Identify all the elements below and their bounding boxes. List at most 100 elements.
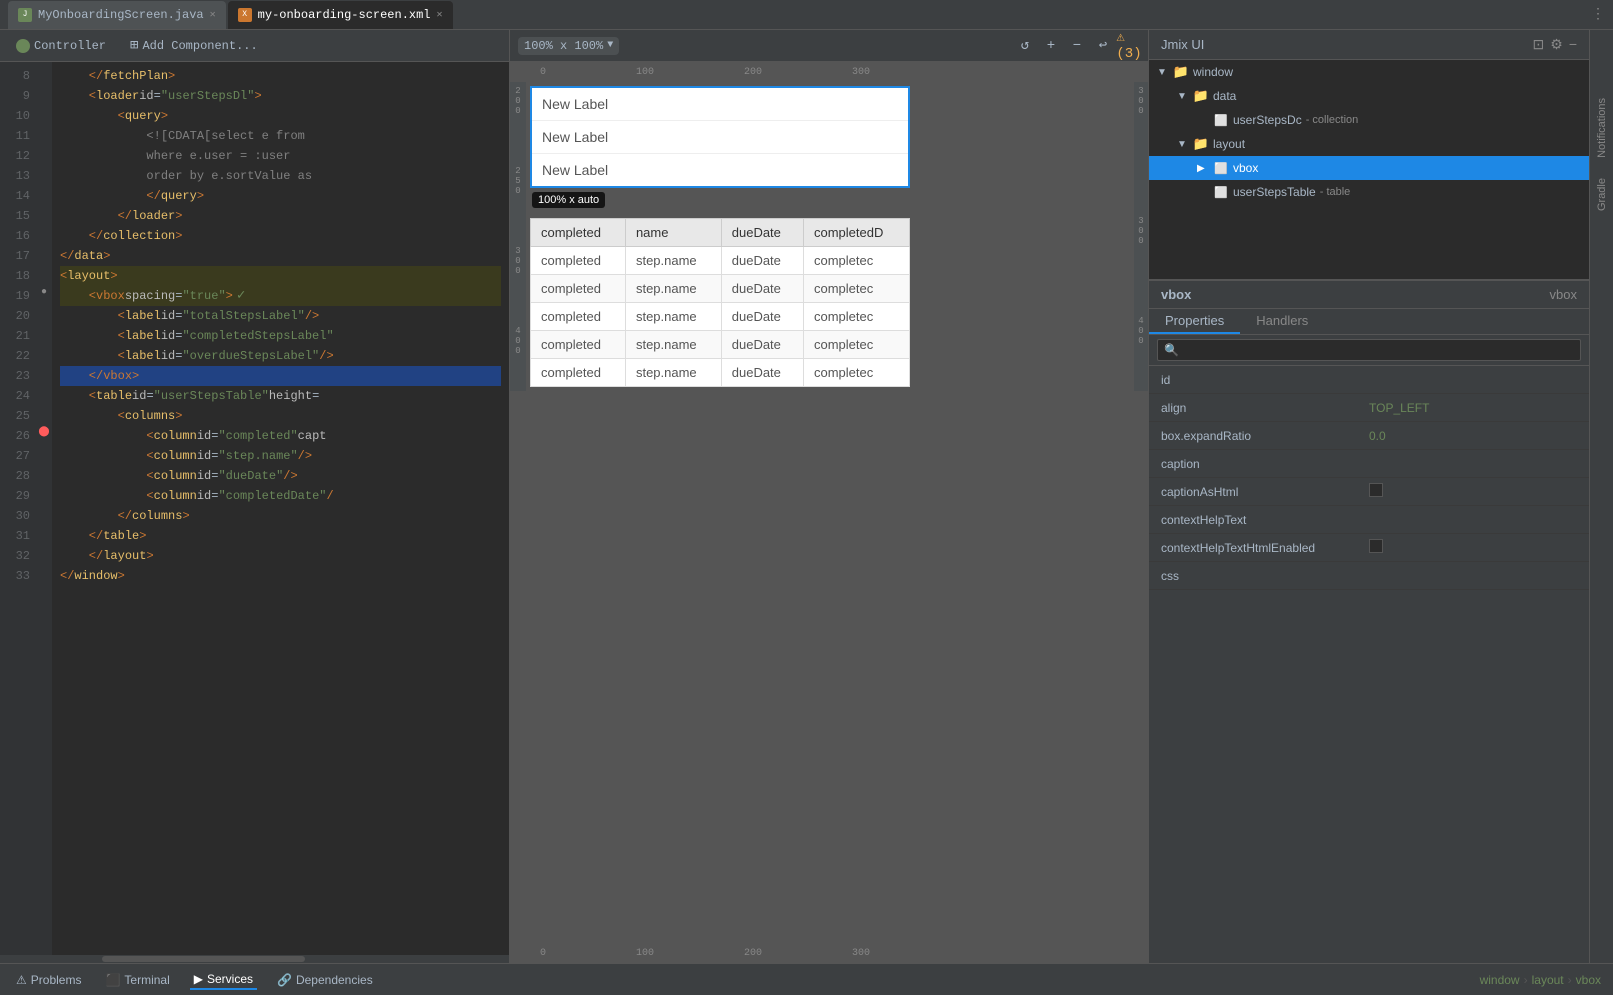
tab-java[interactable]: J MyOnboardingScreen.java ✕ (8, 1, 226, 29)
breadcrumb-vbox[interactable]: vbox (1576, 973, 1601, 987)
props-search-input[interactable] (1157, 339, 1581, 361)
prop-css[interactable]: css (1149, 562, 1589, 590)
th-name: name (625, 219, 721, 247)
code-line-21: <label id="completedStepsLabel" (60, 326, 501, 346)
table-row: completed step.name dueDate completec (531, 303, 910, 331)
tab-properties[interactable]: Properties (1149, 309, 1240, 334)
zoom-in-icon[interactable]: + (1040, 35, 1062, 57)
prop-box-expand[interactable]: box.expandRatio 0.0 (1149, 422, 1589, 450)
warning-icon: ⚠ (3) (1118, 35, 1140, 57)
prop-name-id: id (1161, 373, 1369, 387)
code-content[interactable]: </fetchPlan> <loader id="userStepsDl"> <… (52, 62, 509, 955)
preview-icons: ↺ + − ↩ ⚠ (3) (1014, 35, 1140, 57)
prop-context-help[interactable]: contextHelpText (1149, 506, 1589, 534)
prop-name-css: css (1161, 569, 1369, 583)
more-icon[interactable]: ⋮ (1591, 6, 1605, 23)
code-line-11: <![CDATA[select e from (60, 126, 501, 146)
preview-content[interactable]: 200 250 300 400 New Label New Label New … (510, 82, 1148, 943)
main-area: Controller ⊞ Add Component... 89101112 1… (0, 30, 1613, 963)
undo-icon[interactable]: ↩ (1092, 35, 1114, 57)
code-line-18: <layout> (60, 266, 501, 286)
tree-item-userStepsTable[interactable]: ⬜ userStepsTable - table (1149, 180, 1589, 204)
editor-toolbar: Controller ⊞ Add Component... (0, 30, 509, 62)
zoom-out-icon[interactable]: − (1066, 35, 1088, 57)
side-tab-notifications[interactable]: Notifications (1592, 90, 1612, 166)
code-line-23: </vbox> (60, 366, 501, 386)
code-line-30: </columns> (60, 506, 501, 526)
table-row: completed step.name dueDate completec (531, 247, 910, 275)
size-badge: 100% x auto (532, 192, 605, 208)
horizontal-scrollbar[interactable] (0, 955, 509, 963)
checkbox-caption-html[interactable] (1369, 483, 1383, 497)
preview-canvas-area: New Label New Label New Label 100% x aut… (526, 82, 1134, 391)
tab-handlers[interactable]: Handlers (1240, 309, 1324, 334)
code-line-27: <column id="step.name"/> (60, 446, 501, 466)
tab-xml-close[interactable]: ✕ (437, 9, 443, 21)
prop-caption-html[interactable]: captionAsHtml (1149, 478, 1589, 506)
folder-icon: 📁 (1193, 136, 1209, 152)
tree-label-userStepsTable: userStepsTable (1233, 185, 1316, 199)
folder-icon: 📁 (1173, 64, 1189, 80)
editor-tabs: J MyOnboardingScreen.java ✕ X my-onboard… (8, 1, 1585, 29)
tree-item-layout[interactable]: ▼ 📁 layout (1149, 132, 1589, 156)
zoom-chevron[interactable]: ▼ (607, 40, 613, 51)
code-editor[interactable]: 89101112 1314151617 1819202122 232425262… (0, 62, 509, 955)
services-label: Services (207, 972, 253, 986)
preview-panel: 100% x 100% ▼ ↺ + − ↩ ⚠ (3) 0 100 200 30… (510, 30, 1149, 963)
ruler-bottom: 0 100 200 300 (510, 943, 1148, 963)
right-panel: Jmix UI ⊡ ⚙ − ▼ 📁 window ▼ 📁 data (1149, 30, 1589, 963)
breadcrumb-layout[interactable]: layout (1532, 973, 1564, 987)
code-line-20: <label id="totalStepsLabel"/> (60, 306, 501, 326)
component-icon: ⬜ (1213, 160, 1229, 176)
prop-name-caption-html: captionAsHtml (1161, 485, 1369, 499)
tab-xml[interactable]: X my-onboarding-screen.xml ✕ (228, 1, 453, 29)
table-row: completed step.name dueDate completec (531, 359, 910, 387)
tree-item-window[interactable]: ▼ 📁 window (1149, 60, 1589, 84)
props-component-id: vbox (1550, 287, 1577, 302)
prop-caption[interactable]: caption (1149, 450, 1589, 478)
tree-sublabel-userStepsTable: - table (1320, 186, 1351, 198)
side-tab-gradle[interactable]: Gradle (1592, 170, 1612, 219)
preview-table-container: completed name dueDate completedD comple… (530, 218, 910, 387)
tab-java-close[interactable]: ✕ (210, 9, 216, 21)
prop-name-align: align (1161, 401, 1369, 415)
checkbox-context-help-html[interactable] (1369, 539, 1383, 553)
ruler-left: 200 250 300 400 (510, 82, 526, 391)
prop-id[interactable]: id (1149, 366, 1589, 394)
prop-context-help-html[interactable]: contextHelpTextHtmlEnabled (1149, 534, 1589, 562)
tree-label-data: data (1213, 89, 1236, 103)
refresh-icon[interactable]: ↺ (1014, 35, 1036, 57)
tree-item-userStepsDc[interactable]: ⬜ userStepsDc - collection (1149, 108, 1589, 132)
tree-label-userStepsDc: userStepsDc (1233, 113, 1302, 127)
code-line-16: </collection> (60, 226, 501, 246)
preview-label-2: New Label (532, 121, 908, 154)
bottom-tab-dependencies[interactable]: 🔗 Dependencies (273, 971, 377, 989)
expand-icon[interactable]: ⊡ (1533, 36, 1545, 53)
prop-value-box-expand: 0.0 (1369, 429, 1577, 443)
add-component-btn[interactable]: ⊞ Add Component... (122, 35, 266, 56)
code-line-17: </data> (60, 246, 501, 266)
breadcrumb-sep-1: › (1524, 973, 1528, 987)
preview-label-1: New Label (532, 88, 908, 121)
tree-label-window: window (1193, 65, 1233, 79)
settings-icon[interactable]: ⚙ (1550, 36, 1563, 53)
tree-item-vbox[interactable]: ▶ ⬜ vbox (1149, 156, 1589, 180)
tree-arrow: ▼ (1177, 91, 1193, 102)
preview-table: completed name dueDate completedD comple… (530, 218, 910, 387)
zoom-control[interactable]: 100% x 100% ▼ (518, 37, 619, 55)
dependencies-label: Dependencies (296, 973, 373, 987)
bottom-tab-problems[interactable]: ⚠ Problems (12, 971, 85, 989)
controller-icon (16, 39, 30, 53)
code-line-15: </loader> (60, 206, 501, 226)
ruler-top: 0 100 200 300 (510, 62, 1148, 82)
ruler-right: 300 300 400 (1134, 82, 1148, 391)
breadcrumb-window[interactable]: window (1480, 973, 1520, 987)
controller-btn[interactable]: Controller (8, 37, 114, 55)
tree-item-data[interactable]: ▼ 📁 data (1149, 84, 1589, 108)
add-component-icon: ⊞ (130, 37, 138, 54)
minimize-icon[interactable]: − (1569, 36, 1577, 53)
tree-arrow: ▼ (1157, 67, 1173, 78)
prop-align[interactable]: align TOP_LEFT (1149, 394, 1589, 422)
bottom-tab-terminal[interactable]: ⬛ Terminal (101, 971, 173, 989)
bottom-tab-services[interactable]: ▶ Services (190, 970, 257, 990)
